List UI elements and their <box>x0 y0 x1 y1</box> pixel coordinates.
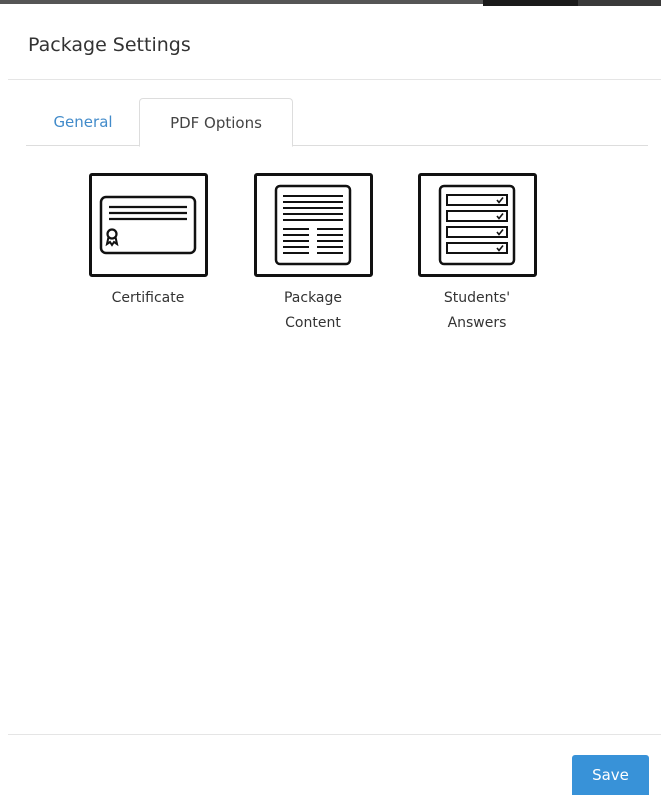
modal-footer: Save <box>8 734 661 795</box>
modal-header: Package Settings <box>8 6 661 80</box>
option-students-answers-label-line2: Answers <box>447 315 507 331</box>
save-button[interactable]: Save <box>572 755 649 795</box>
option-package-content[interactable]: Package Content <box>248 173 378 336</box>
option-package-content-label: Package Content <box>248 286 378 336</box>
option-certificate[interactable]: Certificate <box>83 173 213 311</box>
option-package-content-label-line2: Content <box>285 315 341 331</box>
option-students-answers-label: Students' Answers <box>412 286 542 336</box>
modal-title: Package Settings <box>28 34 191 56</box>
option-certificate-label: Certificate <box>111 290 185 306</box>
tab-pdf-options[interactable]: PDF Options <box>139 98 293 147</box>
package-content-icon <box>253 173 373 277</box>
option-package-content-label-line1: Package <box>283 290 343 306</box>
option-students-answers-label-line1: Students' <box>443 290 511 306</box>
tab-general[interactable]: General <box>36 98 130 145</box>
certificate-icon <box>88 173 208 277</box>
settings-tabs: General PDF Options <box>26 98 648 147</box>
option-students-answers[interactable]: Students' Answers <box>412 173 542 336</box>
students-answers-icon <box>417 173 537 277</box>
top-strip-left <box>0 0 483 4</box>
